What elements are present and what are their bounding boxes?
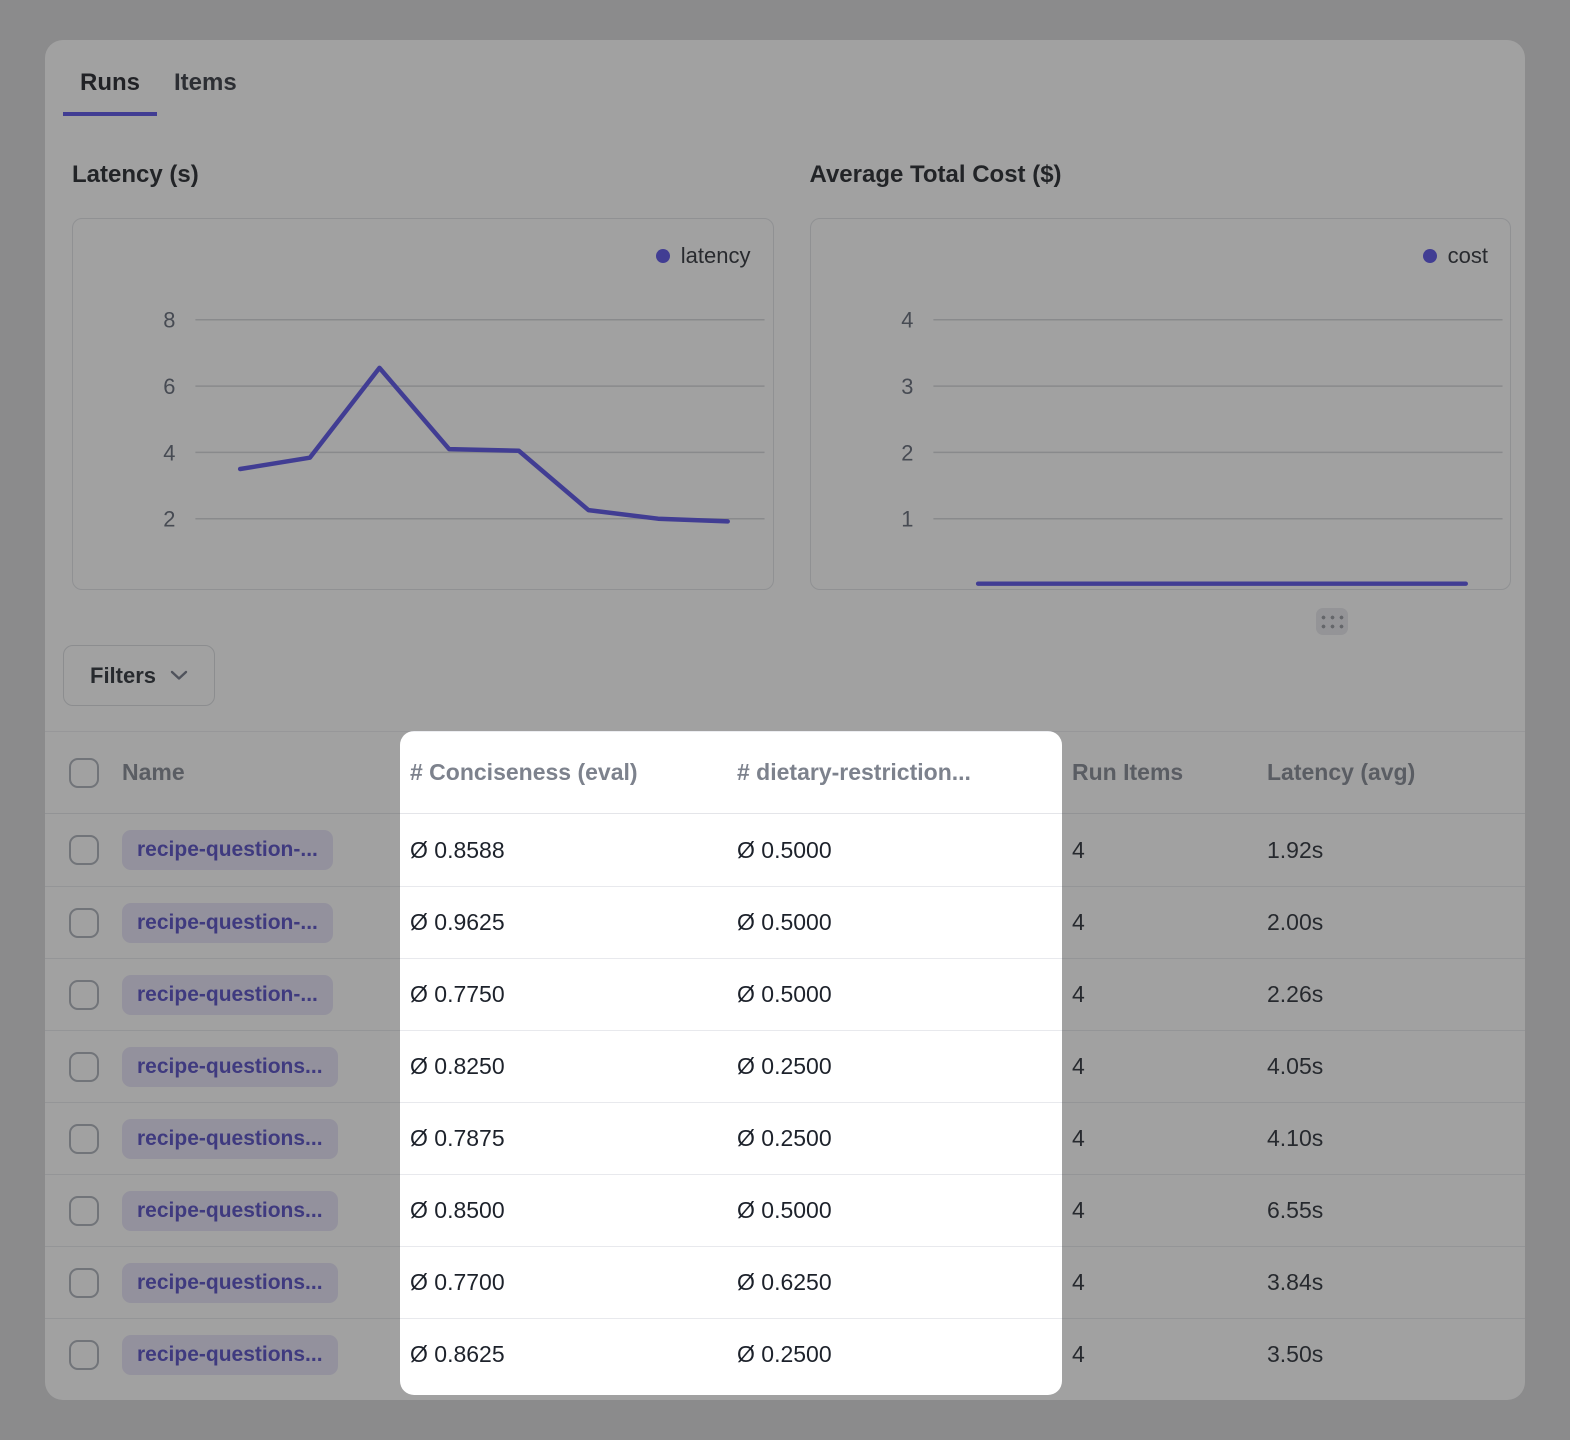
page: Runs Items Latency (s) latency 2 4 6 8 Aver… xyxy=(0,0,1570,1440)
runs-panel: Runs Items Latency (s) latency 2 4 6 8 Aver… xyxy=(45,40,1525,1400)
cell-run-items: 4 xyxy=(1062,1125,1267,1152)
cost-chart: Average Total Cost ($) cost 1 2 3 4 xyxy=(810,160,1512,590)
cell-run-items: 4 xyxy=(1062,1269,1267,1296)
cell-latency: 4.05s xyxy=(1267,1053,1525,1080)
run-name-badge[interactable]: recipe-questions... xyxy=(122,1191,338,1231)
row-checkbox[interactable] xyxy=(69,1052,99,1082)
cell-latency: 3.50s xyxy=(1267,1341,1525,1368)
cell-dietary: Ø 0.2500 xyxy=(737,1125,1062,1152)
cell-run-items: 4 xyxy=(1062,909,1267,936)
run-name-badge[interactable]: recipe-questions... xyxy=(122,1047,338,1087)
cost-line-chart: 1 2 3 4 xyxy=(811,219,1511,589)
table-row[interactable]: recipe-question-... Ø 0.9625 Ø 0.5000 4 … xyxy=(45,886,1525,958)
row-checkbox[interactable] xyxy=(69,1268,99,1298)
legend-dot-icon xyxy=(1423,249,1437,263)
cell-latency: 1.92s xyxy=(1267,837,1525,864)
svg-text:4: 4 xyxy=(901,308,913,333)
run-name-badge[interactable]: recipe-question-... xyxy=(122,830,333,870)
cell-dietary: Ø 0.5000 xyxy=(737,837,1062,864)
run-name-badge[interactable]: recipe-question-... xyxy=(122,975,333,1015)
run-name-badge[interactable]: recipe-questions... xyxy=(122,1263,338,1303)
latency-chart-legend: latency xyxy=(656,243,751,269)
filters-button-label: Filters xyxy=(90,663,156,689)
charts-row: Latency (s) latency 2 4 6 8 Average Total C… xyxy=(72,160,1511,590)
cell-conciseness: Ø 0.7750 xyxy=(410,981,737,1008)
runs-table: Name # Conciseness (eval) # dietary-rest… xyxy=(45,731,1525,1390)
grip-dots-icon xyxy=(1319,613,1346,631)
cell-latency: 4.10s xyxy=(1267,1125,1525,1152)
table-header: Name # Conciseness (eval) # dietary-rest… xyxy=(45,731,1525,814)
row-checkbox[interactable] xyxy=(69,980,99,1010)
filters-button[interactable]: Filters xyxy=(63,645,215,706)
latency-chart-title: Latency (s) xyxy=(72,160,774,190)
legend-dot-icon xyxy=(656,249,670,263)
tab-bar: Runs Items xyxy=(45,40,1525,116)
cell-latency: 3.84s xyxy=(1267,1269,1525,1296)
cost-chart-box: cost 1 2 3 4 xyxy=(810,218,1512,590)
cell-dietary: Ø 0.6250 xyxy=(737,1269,1062,1296)
table-row[interactable]: recipe-questions... Ø 0.8625 Ø 0.2500 4 … xyxy=(45,1318,1525,1390)
cell-run-items: 4 xyxy=(1062,1197,1267,1224)
row-checkbox[interactable] xyxy=(69,835,99,865)
tab-runs[interactable]: Runs xyxy=(63,68,157,116)
cell-conciseness: Ø 0.8500 xyxy=(410,1197,737,1224)
cell-dietary: Ø 0.5000 xyxy=(737,909,1062,936)
cell-latency: 6.55s xyxy=(1267,1197,1525,1224)
cell-latency: 2.00s xyxy=(1267,909,1525,936)
table-row[interactable]: recipe-questions... Ø 0.7700 Ø 0.6250 4 … xyxy=(45,1246,1525,1318)
table-body: recipe-question-... Ø 0.8588 Ø 0.5000 4 … xyxy=(45,814,1525,1390)
legend-label: latency xyxy=(681,243,751,269)
cell-conciseness: Ø 0.9625 xyxy=(410,909,737,936)
svg-text:2: 2 xyxy=(163,507,175,532)
latency-chart-box: latency 2 4 6 8 xyxy=(72,218,774,590)
run-name-badge[interactable]: recipe-questions... xyxy=(122,1335,338,1375)
latency-chart: Latency (s) latency 2 4 6 8 xyxy=(72,160,774,590)
svg-text:6: 6 xyxy=(163,374,175,399)
svg-text:8: 8 xyxy=(163,308,175,333)
latency-line-chart: 2 4 6 8 xyxy=(73,219,773,589)
cell-run-items: 4 xyxy=(1062,981,1267,1008)
run-name-badge[interactable]: recipe-questions... xyxy=(122,1119,338,1159)
cell-dietary: Ø 0.2500 xyxy=(737,1053,1062,1080)
column-header-latency[interactable]: Latency (avg) xyxy=(1267,759,1525,786)
cell-conciseness: Ø 0.8625 xyxy=(410,1341,737,1368)
svg-text:4: 4 xyxy=(163,440,175,465)
cell-conciseness: Ø 0.8250 xyxy=(410,1053,737,1080)
svg-text:3: 3 xyxy=(901,374,913,399)
row-checkbox[interactable] xyxy=(69,1340,99,1370)
table-row[interactable]: recipe-questions... Ø 0.8500 Ø 0.5000 4 … xyxy=(45,1174,1525,1246)
svg-text:2: 2 xyxy=(901,440,913,465)
cell-dietary: Ø 0.2500 xyxy=(737,1341,1062,1368)
cell-run-items: 4 xyxy=(1062,837,1267,864)
select-all-checkbox[interactable] xyxy=(69,758,99,788)
table-row[interactable]: recipe-question-... Ø 0.8588 Ø 0.5000 4 … xyxy=(45,814,1525,886)
svg-text:1: 1 xyxy=(901,507,913,532)
cell-conciseness: Ø 0.8588 xyxy=(410,837,737,864)
row-checkbox[interactable] xyxy=(69,908,99,938)
column-header-run-items[interactable]: Run Items xyxy=(1062,759,1267,786)
column-header-dietary[interactable]: # dietary-restriction... xyxy=(737,759,1062,786)
chevron-down-icon xyxy=(170,670,188,681)
cost-chart-title: Average Total Cost ($) xyxy=(810,160,1512,190)
tab-items[interactable]: Items xyxy=(157,68,254,116)
table-row[interactable]: recipe-question-... Ø 0.7750 Ø 0.5000 4 … xyxy=(45,958,1525,1030)
cell-latency: 2.26s xyxy=(1267,981,1525,1008)
column-header-name[interactable]: Name xyxy=(122,759,410,786)
row-checkbox[interactable] xyxy=(69,1196,99,1226)
cell-conciseness: Ø 0.7875 xyxy=(410,1125,737,1152)
table-row[interactable]: recipe-questions... Ø 0.7875 Ø 0.2500 4 … xyxy=(45,1102,1525,1174)
table-row[interactable]: recipe-questions... Ø 0.8250 Ø 0.2500 4 … xyxy=(45,1030,1525,1102)
drag-handle-icon[interactable] xyxy=(1316,608,1348,635)
cell-run-items: 4 xyxy=(1062,1341,1267,1368)
cell-conciseness: Ø 0.7700 xyxy=(410,1269,737,1296)
cell-dietary: Ø 0.5000 xyxy=(737,1197,1062,1224)
cost-chart-legend: cost xyxy=(1423,243,1488,269)
run-name-badge[interactable]: recipe-question-... xyxy=(122,903,333,943)
legend-label: cost xyxy=(1448,243,1488,269)
filters-row: Filters xyxy=(63,645,1525,706)
row-checkbox[interactable] xyxy=(69,1124,99,1154)
column-header-conciseness[interactable]: # Conciseness (eval) xyxy=(410,759,737,786)
cell-dietary: Ø 0.5000 xyxy=(737,981,1062,1008)
cell-run-items: 4 xyxy=(1062,1053,1267,1080)
